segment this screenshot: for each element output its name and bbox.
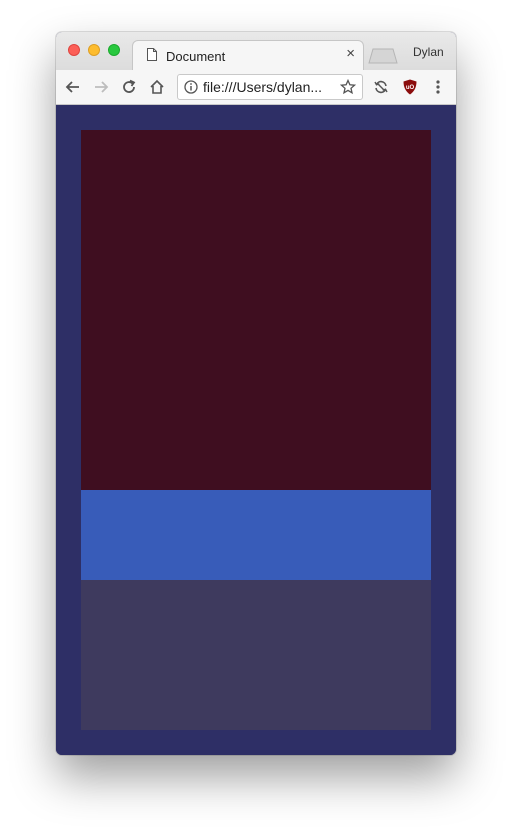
forward-arrow-icon[interactable] bbox=[92, 78, 110, 96]
title-bar: Document × Dylan bbox=[56, 32, 456, 71]
kebab-menu-icon[interactable] bbox=[429, 78, 447, 96]
reload-icon[interactable] bbox=[120, 78, 138, 96]
browser-window: Document × Dylan file:///Users/dylan... … bbox=[56, 32, 456, 755]
tab-title: Document bbox=[166, 49, 226, 64]
tab-close-button[interactable]: × bbox=[346, 45, 355, 62]
home-icon[interactable] bbox=[148, 78, 166, 96]
svg-text:uO: uO bbox=[406, 85, 415, 91]
block-middle bbox=[81, 490, 431, 580]
sync-extension-icon[interactable] bbox=[372, 78, 390, 96]
zoom-window-button[interactable] bbox=[108, 44, 120, 56]
address-bar[interactable]: file:///Users/dylan... bbox=[177, 74, 363, 100]
tab-document[interactable]: Document × bbox=[132, 40, 364, 71]
back-arrow-icon[interactable] bbox=[64, 78, 82, 96]
new-tab-button[interactable] bbox=[368, 48, 398, 64]
block-bottom bbox=[81, 580, 431, 730]
ublock-origin-icon[interactable]: uO bbox=[401, 78, 419, 96]
block-top bbox=[81, 130, 431, 490]
minimize-window-button[interactable] bbox=[88, 44, 100, 56]
close-window-button[interactable] bbox=[68, 44, 80, 56]
url-text[interactable]: file:///Users/dylan... bbox=[203, 79, 322, 95]
info-icon[interactable] bbox=[184, 80, 198, 94]
star-icon[interactable] bbox=[340, 79, 356, 95]
page-content bbox=[56, 105, 456, 755]
browser-toolbar: file:///Users/dylan... uO bbox=[56, 70, 456, 105]
profile-name[interactable]: Dylan bbox=[413, 45, 444, 59]
document-icon bbox=[147, 48, 157, 61]
